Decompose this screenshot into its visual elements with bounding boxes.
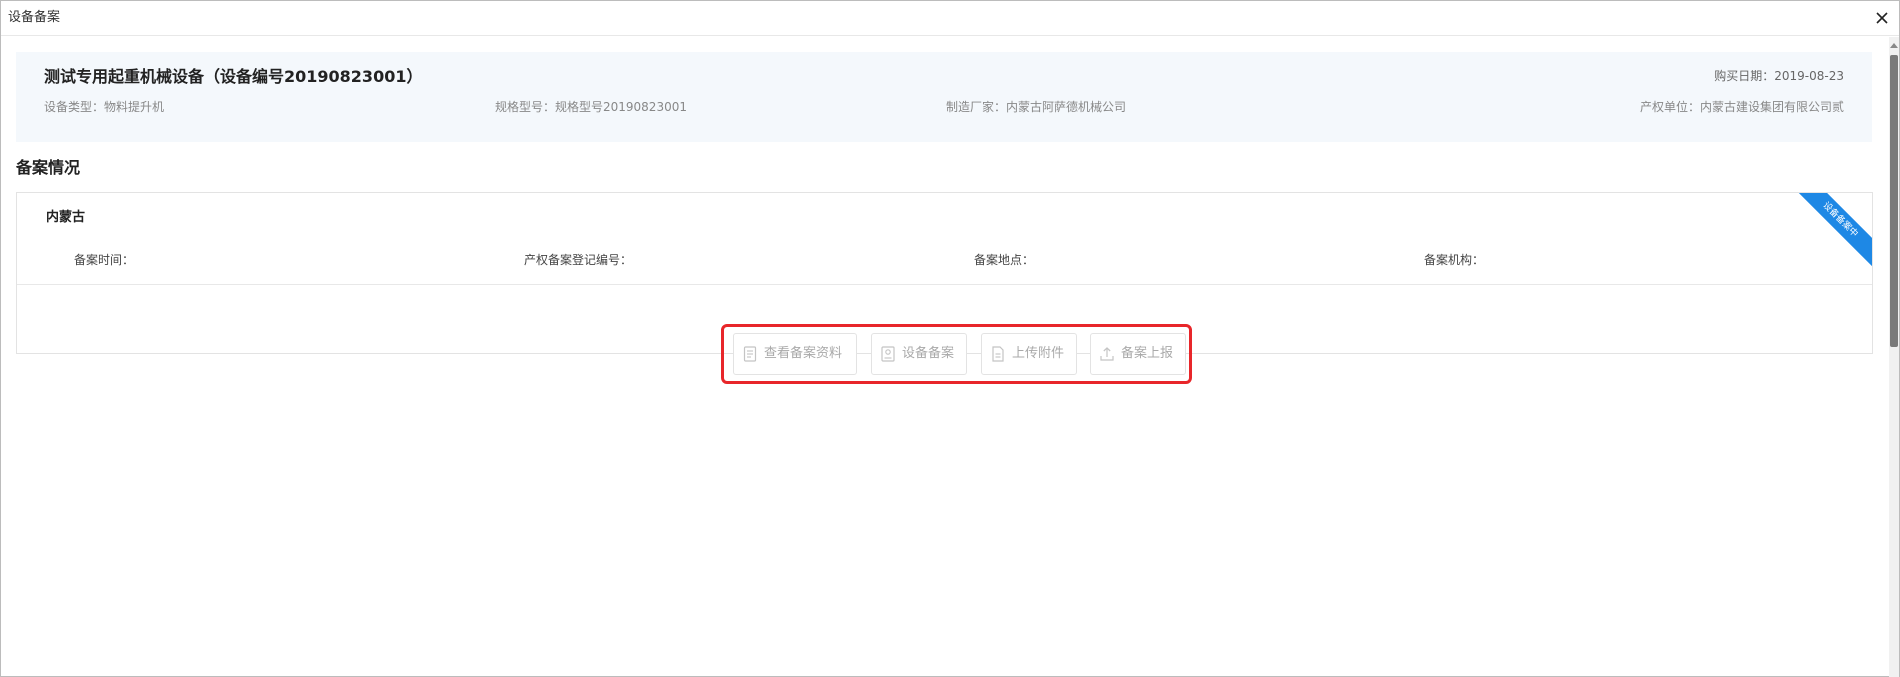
record-fields: 备案时间： 产权备案登记编号： 备案地点： 备案机构： (74, 252, 1574, 268)
scroll-up-arrow-icon[interactable] (1890, 43, 1898, 48)
report-record-button[interactable]: 备案上报 (1090, 333, 1186, 375)
dialog-window: 设备备案 测试专用起重机械设备（设备编号20190823001） 购买日期：20… (0, 0, 1900, 677)
section-title: 备案情况 (16, 158, 81, 177)
view-docs-button[interactable]: 查看备案资料 (733, 333, 857, 375)
view-docs-label: 查看备案资料 (764, 346, 843, 361)
upload-icon (1100, 347, 1114, 361)
card-divider (17, 284, 1872, 285)
attachment-icon (992, 346, 1004, 362)
device-meta-row: 设备类型：物料提升机 规格型号：规格型号20190823001 制造厂家：内蒙古… (44, 99, 1844, 115)
record-region: 内蒙古 (46, 210, 86, 225)
document-icon (743, 346, 757, 362)
vertical-scrollbar[interactable] (1889, 37, 1899, 677)
upload-attachment-label: 上传附件 (1012, 346, 1065, 361)
record-location-label: 备案地点： (974, 253, 1035, 267)
dialog-title: 设备备案 (8, 10, 61, 25)
record-time-label: 备案时间： (74, 253, 135, 267)
device-spec: 规格型号：规格型号20190823001 (495, 100, 687, 114)
device-owner: 产权单位：内蒙古建设集团有限公司贰 (1639, 100, 1844, 114)
report-record-label: 备案上报 (1121, 346, 1174, 361)
id-card-icon (881, 346, 895, 362)
device-info-card: 测试专用起重机械设备（设备编号20190823001） 购买日期：2019-08… (16, 52, 1872, 142)
record-device-label: 设备备案 (902, 346, 955, 361)
upload-attachment-button[interactable]: 上传附件 (981, 333, 1077, 375)
device-manufacturer: 制造厂家：内蒙古阿萨德机械公司 (946, 100, 1127, 114)
device-type: 设备类型：物料提升机 (44, 100, 165, 114)
record-org-label: 备案机构： (1424, 253, 1485, 267)
status-ribbon: 设备备案中 (1786, 193, 1872, 274)
close-icon (1876, 12, 1888, 24)
record-device-button[interactable]: 设备备案 (871, 333, 967, 375)
device-title: 测试专用起重机械设备（设备编号20190823001） (44, 67, 423, 86)
purchase-date: 购买日期：2019-08-23 (1714, 69, 1844, 83)
dialog-content: 测试专用起重机械设备（设备编号20190823001） 购买日期：2019-08… (16, 37, 1873, 677)
close-button[interactable] (1871, 7, 1893, 29)
scroll-thumb[interactable] (1890, 55, 1898, 347)
record-reg-no-label: 产权备案登记编号： (524, 253, 633, 267)
title-bar: 设备备案 (1, 1, 1899, 36)
